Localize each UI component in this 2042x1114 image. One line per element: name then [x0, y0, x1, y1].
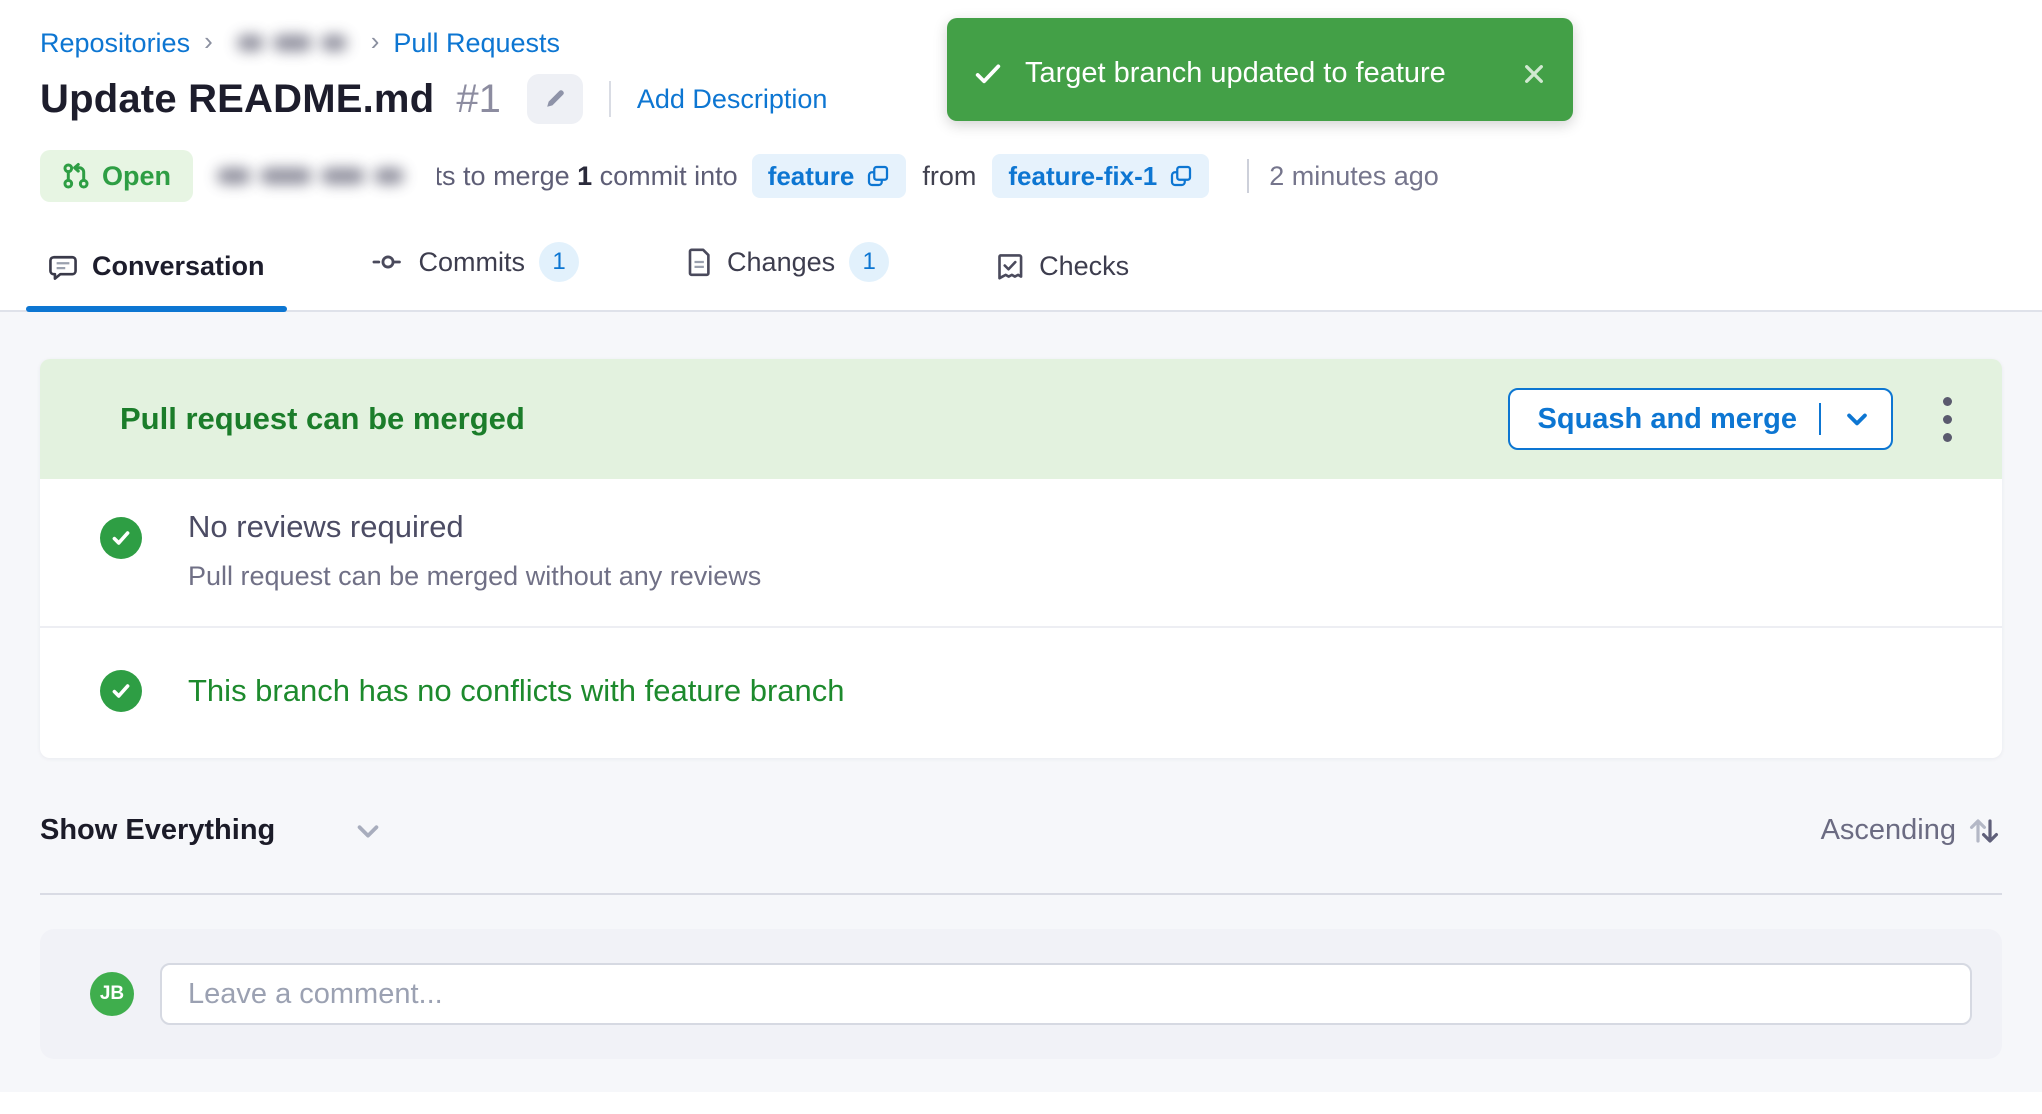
- tab-label: Commits: [419, 247, 526, 278]
- edit-title-button[interactable]: [527, 74, 583, 124]
- redacted-repo-name: [227, 26, 357, 60]
- comment-input[interactable]: [160, 963, 1972, 1025]
- merge-check-row: This branch has no conflicts with featur…: [40, 626, 2002, 758]
- check-text: No reviews required Pull request can be …: [188, 509, 761, 592]
- source-branch-label: feature-fix-1: [1008, 161, 1157, 192]
- tab-count-badge: 1: [539, 242, 579, 282]
- check-icon: [100, 670, 142, 712]
- target-branch-badge[interactable]: feature: [752, 154, 907, 198]
- breadcrumb-separator: ›: [371, 26, 380, 57]
- squash-and-merge-button[interactable]: Squash and merge: [1508, 388, 1893, 450]
- merge-card-header: Pull request can be merged Squash and me…: [40, 359, 2002, 479]
- status-badge-label: Open: [102, 161, 171, 192]
- toast-message: Target branch updated to feature: [1025, 57, 1446, 90]
- kebab-menu-icon[interactable]: [1935, 389, 1960, 450]
- conversation-panel: Pull request can be merged Squash and me…: [0, 312, 2042, 1092]
- pr-number: #1: [456, 77, 501, 122]
- show-everything-select[interactable]: Show Everything: [40, 814, 383, 847]
- check-title: This branch has no conflicts with featur…: [188, 673, 845, 709]
- status-commit-text: commit into: [592, 161, 738, 192]
- copy-icon[interactable]: [1169, 164, 1193, 188]
- sort-order-button[interactable]: Ascending: [1821, 814, 2002, 847]
- tab-checks[interactable]: Checks: [973, 241, 1151, 310]
- file-diff-icon: [685, 247, 713, 277]
- source-branch-badge[interactable]: feature-fix-1: [992, 154, 1209, 198]
- page-title: Update README.md: [40, 77, 434, 122]
- timestamp: 2 minutes ago: [1269, 161, 1439, 192]
- pencil-icon: [542, 86, 568, 112]
- status-from-text: from: [922, 161, 976, 192]
- target-branch-label: feature: [768, 161, 855, 192]
- merge-status-title: Pull request can be merged: [120, 401, 525, 437]
- git-pull-request-icon: [62, 162, 90, 190]
- add-description-link[interactable]: Add Description: [637, 84, 828, 115]
- breadcrumb-separator: ›: [204, 26, 213, 57]
- chevron-down-icon[interactable]: [1839, 399, 1883, 439]
- squash-and-merge-label: Squash and merge: [1538, 403, 1797, 436]
- tab-label: Checks: [1039, 251, 1129, 282]
- comment-bubble-icon: [48, 252, 78, 282]
- tab-count-badge: 1: [849, 242, 889, 282]
- divider: [40, 893, 2002, 895]
- check-text: This branch has no conflicts with featur…: [188, 673, 845, 709]
- tab-commits[interactable]: Commits 1: [349, 232, 602, 310]
- divider: [1819, 403, 1821, 435]
- commit-icon: [371, 247, 405, 277]
- check-icon: [973, 59, 1003, 89]
- avatar: JB: [90, 972, 134, 1016]
- divider: [1247, 159, 1249, 193]
- merge-status-card: Pull request can be merged Squash and me…: [40, 359, 2002, 758]
- pr-status-row: Open wants to merge 1 commit into featur…: [40, 150, 2042, 202]
- close-icon[interactable]: [1521, 61, 1547, 87]
- commit-count: 1: [577, 161, 592, 192]
- tab-conversation[interactable]: Conversation: [26, 241, 287, 310]
- breadcrumb-pull-requests-link[interactable]: Pull Requests: [393, 28, 560, 59]
- show-everything-label: Show Everything: [40, 814, 275, 847]
- tab-bar: Conversation Commits 1 Changes 1: [0, 232, 2042, 312]
- divider: [609, 81, 611, 117]
- tab-changes[interactable]: Changes 1: [663, 232, 911, 310]
- tab-label: Conversation: [92, 251, 265, 282]
- copy-icon[interactable]: [866, 164, 890, 188]
- check-icon: [100, 517, 142, 559]
- status-badge: Open: [40, 150, 193, 202]
- sort-order-label: Ascending: [1821, 814, 1956, 847]
- check-title: No reviews required: [188, 509, 761, 545]
- chevron-down-icon: [353, 816, 383, 846]
- merge-check-row: No reviews required Pull request can be …: [40, 479, 2002, 626]
- redacted-author-name: [207, 152, 437, 200]
- sort-arrows-icon: [1966, 815, 2002, 847]
- toast-notification: Target branch updated to feature: [947, 18, 1573, 121]
- tab-label: Changes: [727, 247, 835, 278]
- timeline-filter-row: Show Everything Ascending: [40, 814, 2002, 847]
- check-subtitle: Pull request can be merged without any r…: [188, 561, 761, 592]
- comment-composer: JB: [40, 929, 2002, 1059]
- checklist-icon: [995, 252, 1025, 282]
- breadcrumb-repositories-link[interactable]: Repositories: [40, 28, 190, 59]
- merge-actions: Squash and merge: [1508, 388, 1960, 450]
